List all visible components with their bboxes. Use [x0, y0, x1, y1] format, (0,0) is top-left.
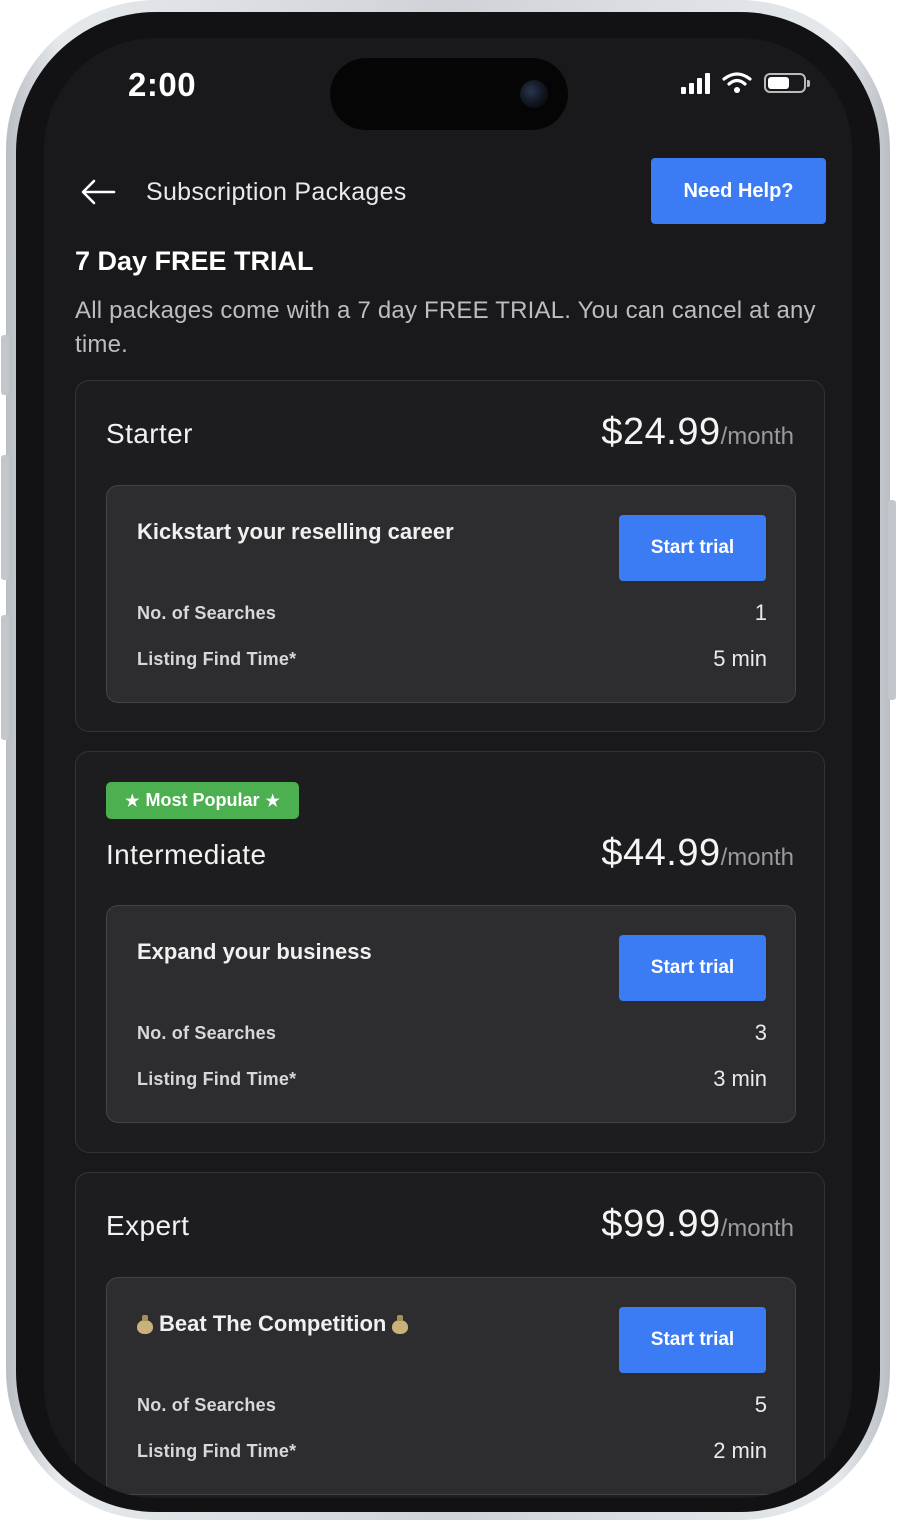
price-period: /month — [720, 423, 794, 450]
price-period: /month — [720, 844, 794, 871]
most-popular-badge: ★ Most Popular ★ — [106, 782, 299, 819]
row-label: No. of Searches — [137, 1394, 277, 1415]
money-bag-icon — [392, 1314, 409, 1334]
row-value: 5 min — [713, 646, 767, 671]
plan-details: Beat The Competition Start trial No. of … — [106, 1277, 796, 1495]
trial-heading: 7 Day FREE TRIAL — [75, 246, 314, 276]
start-trial-button[interactable]: Start trial — [619, 1307, 766, 1373]
volume-up-button — [1, 455, 9, 580]
back-arrow-icon[interactable] — [78, 172, 118, 212]
searches-row: No. of Searches 5 — [137, 1392, 767, 1418]
wifi-icon — [722, 72, 752, 93]
volume-down-button — [1, 615, 9, 740]
price-amount: $99.99 — [601, 1203, 721, 1245]
price-amount: $24.99 — [601, 411, 721, 453]
plan-card-intermediate: ★ Most Popular ★ Intermediate $44.99 /mo… — [75, 751, 825, 1153]
plan-tagline: Expand your business — [137, 939, 372, 965]
find-time-row: Listing Find Time* 2 min — [137, 1438, 767, 1464]
plan-tagline: Beat The Competition — [137, 1311, 409, 1337]
row-label: Listing Find Time* — [137, 648, 297, 669]
row-value: 5 — [754, 1392, 767, 1417]
power-button — [888, 500, 896, 700]
row-label: No. of Searches — [137, 1022, 277, 1043]
plan-tagline: Kickstart your reselling career — [137, 519, 454, 545]
row-label: Listing Find Time* — [137, 1440, 297, 1461]
need-help-button[interactable]: Need Help? — [651, 158, 826, 224]
start-trial-button[interactable]: Start trial — [619, 935, 766, 1001]
money-bag-icon — [137, 1314, 153, 1334]
plan-price: $44.99 /month — [601, 832, 794, 875]
cellular-signal-icon — [681, 72, 710, 94]
plan-name: Starter — [106, 418, 193, 449]
plan-card-expert: Expert $99.99 /month Beat The Competitio… — [75, 1172, 825, 1498]
price-amount: $44.99 — [601, 832, 721, 874]
star-icon: ★ — [265, 792, 280, 810]
searches-row: No. of Searches 1 — [137, 600, 767, 626]
find-time-row: Listing Find Time* 5 min — [137, 646, 767, 672]
tagline-text: Expand your business — [137, 939, 372, 964]
front-camera — [520, 80, 548, 108]
row-value: 1 — [754, 600, 767, 625]
trial-description: All packages come with a 7 day FREE TRIA… — [75, 297, 816, 358]
price-period: /month — [720, 1215, 794, 1242]
searches-row: No. of Searches 3 — [137, 1020, 767, 1046]
plan-price: $24.99 /month — [601, 411, 794, 454]
row-label: No. of Searches — [137, 602, 277, 623]
badge-label: Most Popular — [145, 790, 260, 810]
phone-screen: 2:00 Subscription Packages Need Help? 7 … — [44, 38, 852, 1498]
page-title: Subscription Packages — [146, 178, 407, 206]
plan-name: Expert — [106, 1210, 190, 1241]
star-icon: ★ — [125, 792, 140, 810]
plan-details: Kickstart your reselling career Start tr… — [106, 485, 796, 703]
action-button — [1, 335, 9, 395]
tagline-text: Beat The Competition — [159, 1311, 387, 1336]
row-value: 3 — [754, 1020, 767, 1045]
row-value: 2 min — [713, 1438, 767, 1463]
status-icons — [681, 72, 810, 94]
find-time-row: Listing Find Time* 3 min — [137, 1066, 767, 1092]
plan-name: Intermediate — [106, 839, 267, 870]
row-label: Listing Find Time* — [137, 1068, 297, 1089]
status-time: 2:00 — [128, 66, 197, 103]
dynamic-island — [330, 58, 568, 130]
plan-details: Expand your business Start trial No. of … — [106, 905, 796, 1123]
app-header: Subscription Packages Need Help? — [44, 158, 852, 228]
start-trial-button[interactable]: Start trial — [619, 515, 766, 581]
tagline-text: Kickstart your reselling career — [137, 519, 454, 544]
battery-icon — [764, 73, 810, 93]
plan-card-starter: Starter $24.99 /month Kickstart your res… — [75, 380, 825, 732]
plan-price: $99.99 /month — [601, 1203, 794, 1246]
row-value: 3 min — [713, 1066, 767, 1091]
